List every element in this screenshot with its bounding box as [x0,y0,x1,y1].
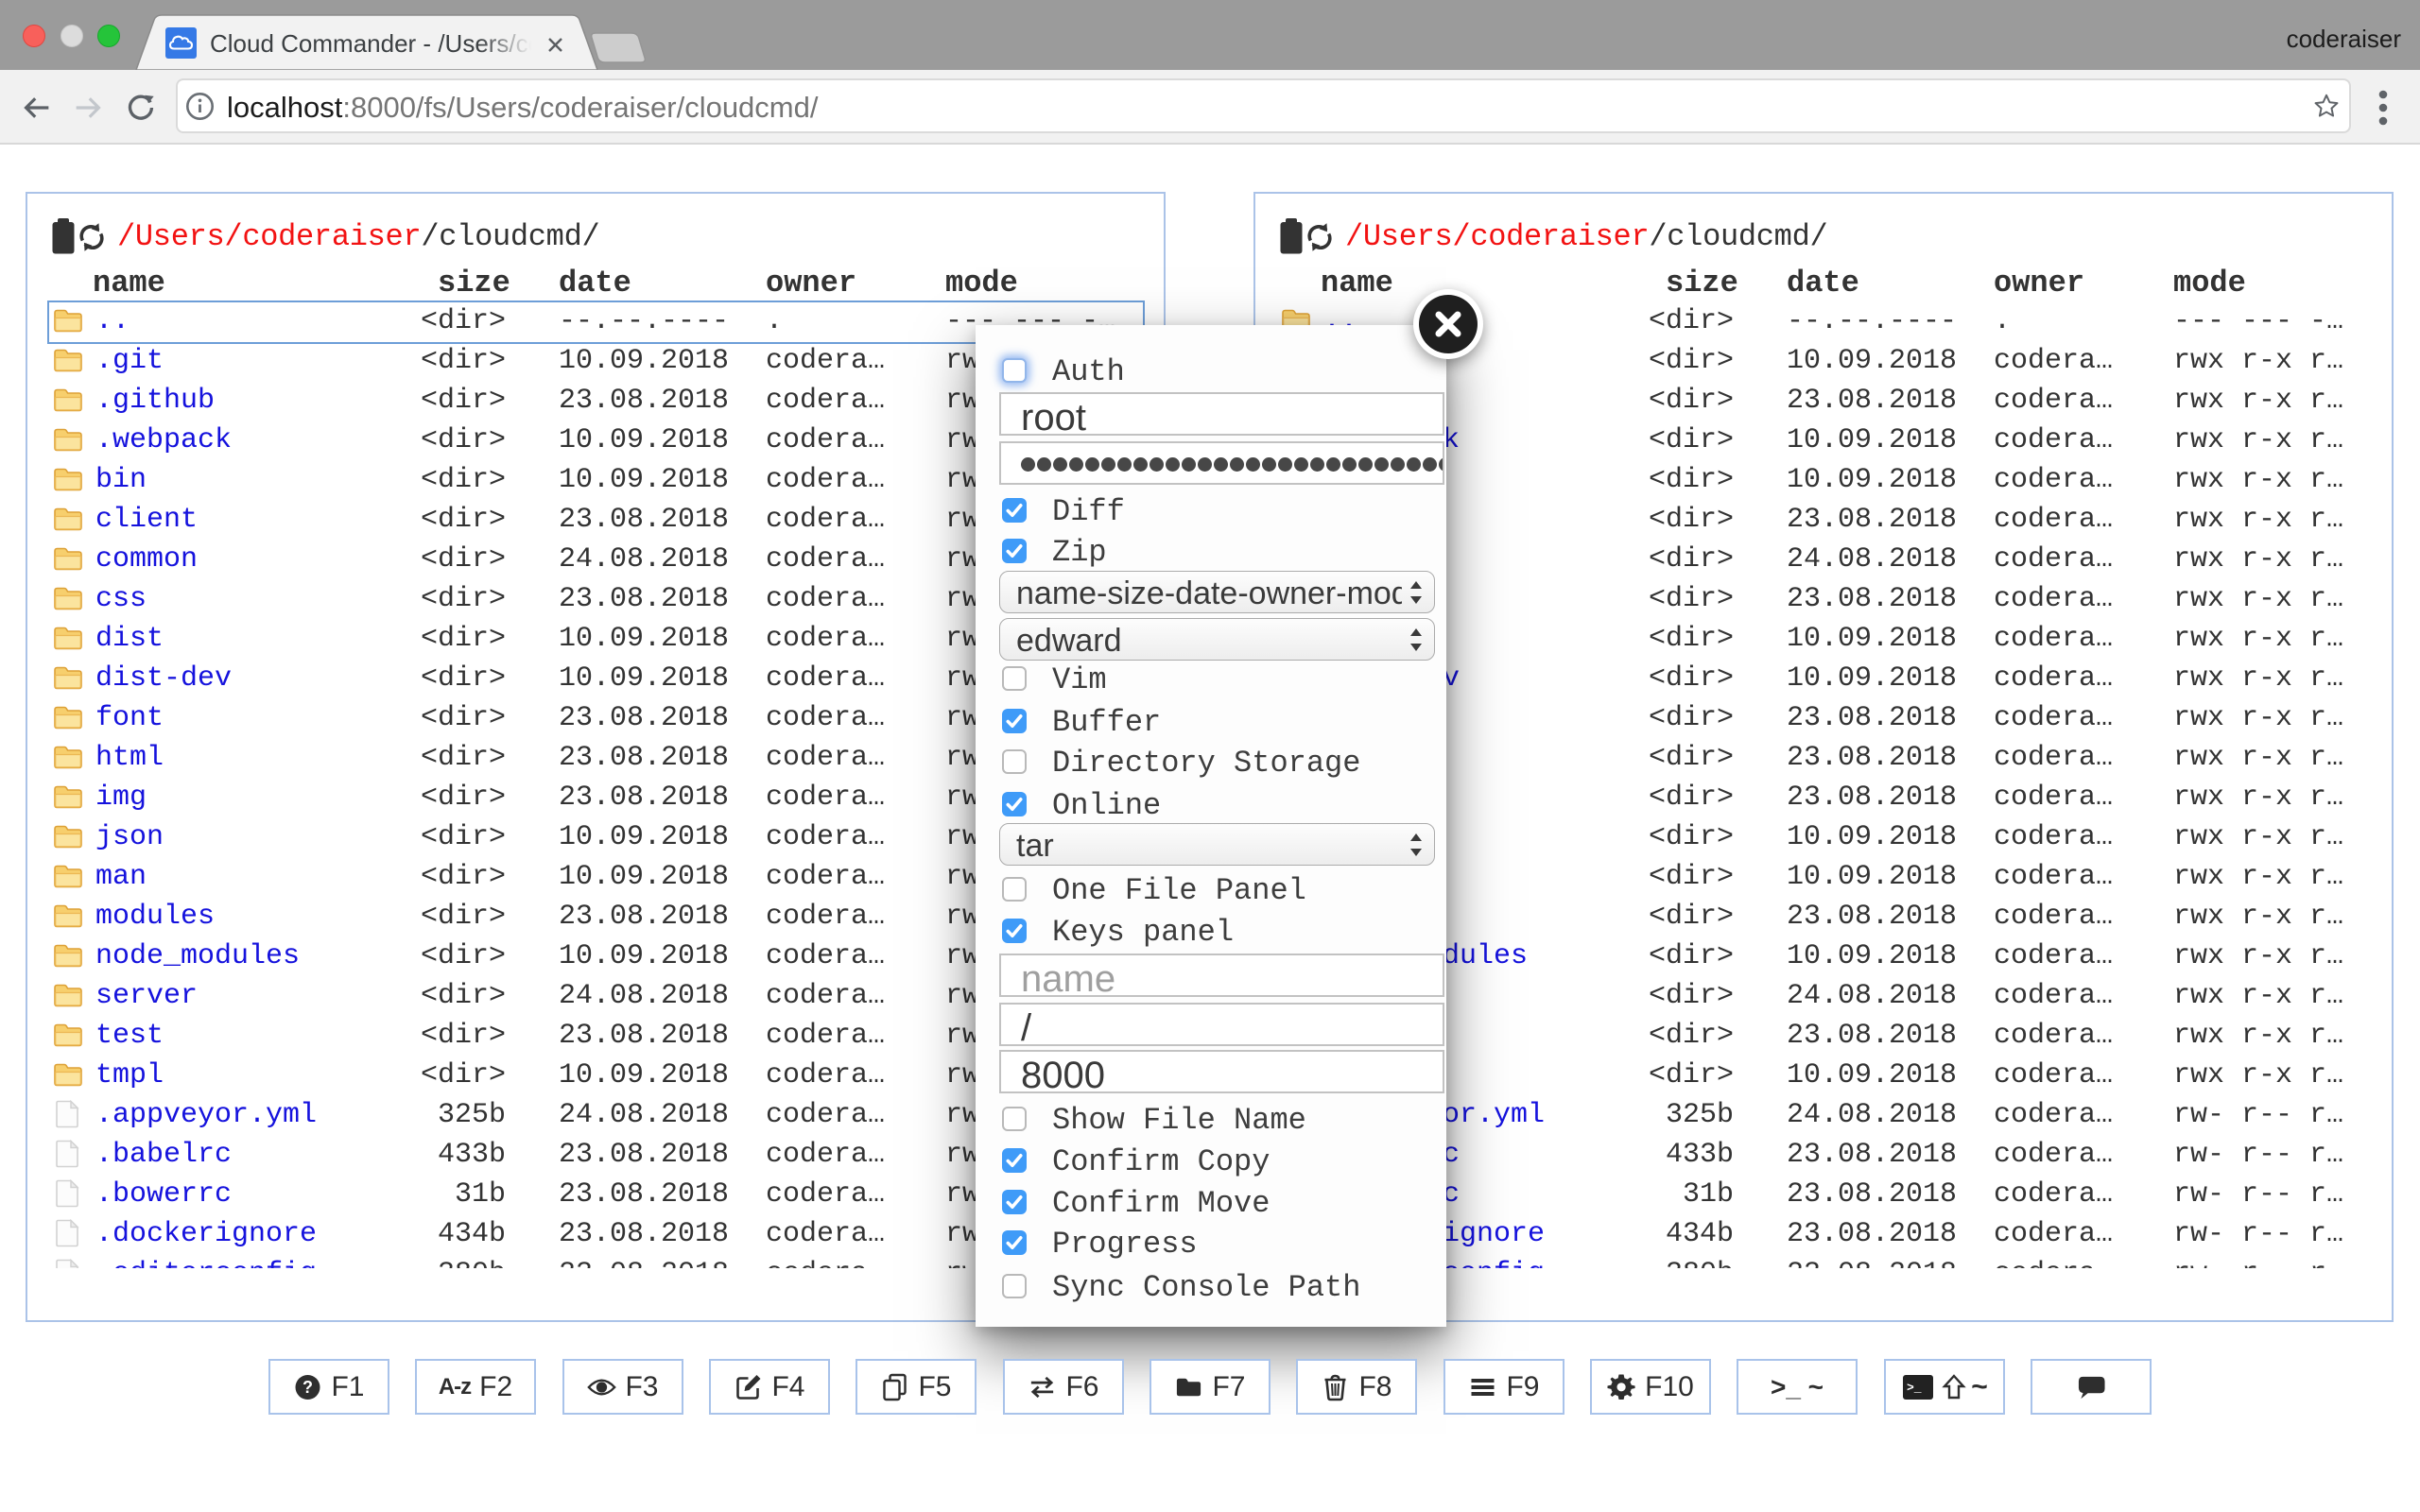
svg-text:?: ? [302,1378,313,1397]
svg-text:>_: >_ [1907,1381,1922,1395]
